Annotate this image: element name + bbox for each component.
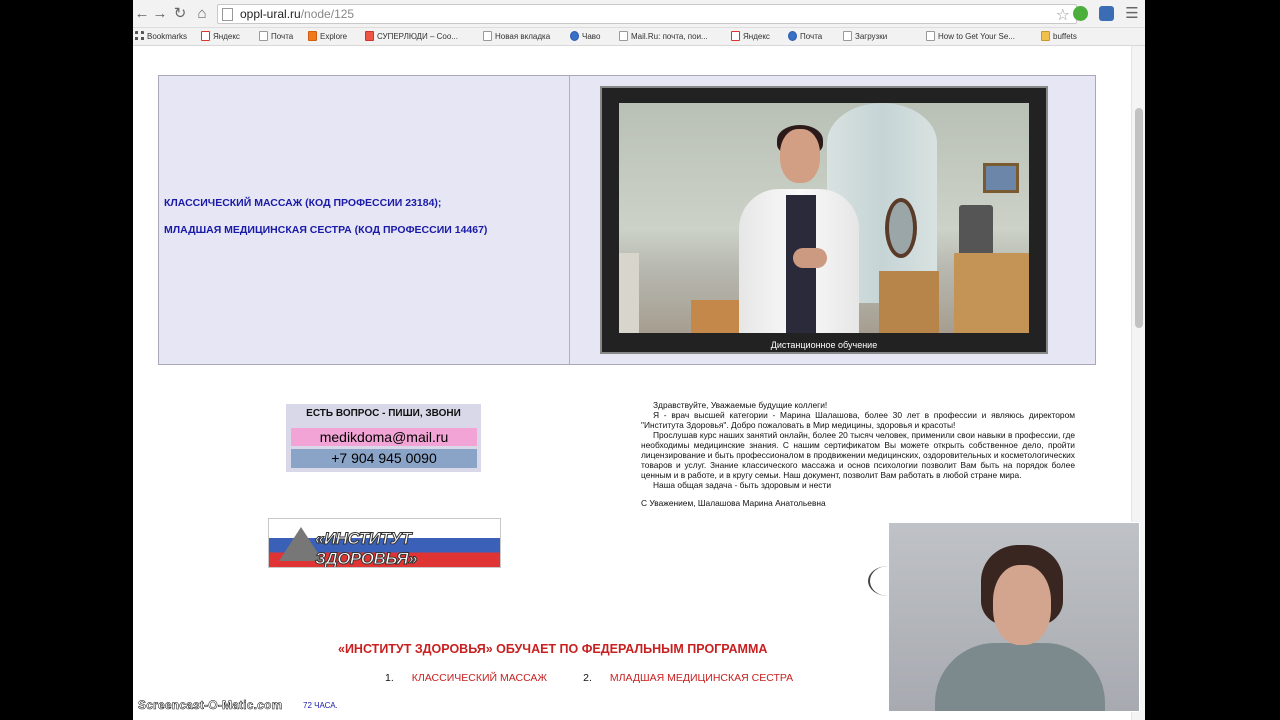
url-path: /node/125 [300,7,355,21]
webcam-overlay [888,522,1140,712]
program-1-link[interactable]: КЛАССИЧЕСКИЙ МАССАЖ [412,672,547,684]
forward-icon[interactable]: → [151,5,169,23]
yandex-icon [731,31,740,41]
video-scene-picture [983,163,1019,193]
bookmark-item[interactable]: buffets [1041,31,1077,43]
contact-email-link[interactable]: medikdoma@mail.ru [291,428,477,446]
bookmark-item[interactable]: Mail.Ru: почта, пои... [619,31,708,43]
video-scene-wall [619,253,639,333]
bookmark-label: Почта [800,32,823,41]
program-hours: 72 ЧАСА. [303,701,338,710]
bookmark-item[interactable]: Чаво [570,31,600,43]
back-icon[interactable]: ← [133,5,151,23]
video-scene-cabinet [879,271,939,333]
bookmark-label: Новая вкладка [495,32,551,41]
program-number: 1. [385,672,394,684]
bookmarks-bar: Bookmarks Яндекс Почта Explore СУПЕРЛЮДИ… [133,28,1145,46]
extension-evernote-icon[interactable] [1073,6,1088,21]
url-host: oppl-ural.ru [240,7,301,21]
mail-icon [788,31,797,41]
video-scene-cabinet [954,253,1029,333]
letter-greeting: Здравствуйте, Уважаемые будущие коллеги! [653,400,828,410]
programs-heading: «ИНСТИТУТ ЗДОРОВЬЯ» ОБУЧАЕТ ПО ФЕДЕРАЛЬН… [338,642,768,656]
extension-translate-icon[interactable] [1099,6,1114,21]
apps-icon [135,31,144,41]
page-icon [483,31,492,41]
bookmark-item[interactable]: How to Get Your Se... [926,31,1015,43]
video-scene-mirror [885,198,917,258]
programs-list: 1. КЛАССИЧЕСКИЙ МАССАЖ 2. МЛАДШАЯ МЕДИЦИНСК… [385,672,793,684]
bookmark-label: Загрузки [855,32,888,41]
download-icon [843,31,852,41]
video-frame [619,103,1029,333]
webcam-presenter-body [935,643,1105,711]
institute-logo[interactable]: «ИНСТИТУТ ЗДОРОВЬЯ» [268,518,501,568]
address-bar[interactable]: oppl-ural.ru/node/125 ☆ [217,4,1077,24]
program-2-link[interactable]: МЛАДШАЯ МЕДИЦИНСКАЯ СЕСТРА [610,672,793,684]
bookmark-label: How to Get Your Se... [938,32,1015,41]
mailru-icon [619,31,628,41]
home-icon[interactable]: ⌂ [193,5,211,23]
bookmark-label: Яндекс [743,32,770,41]
letter-paragraph: Прослушав курс наших занятий онлайн, бол… [641,430,1075,480]
faq-icon [570,31,579,41]
program-number: 2. [583,672,592,684]
bookmark-item[interactable]: Bookmarks [135,31,187,43]
bookmark-label: Чаво [582,32,601,41]
contact-block: ЕСТЬ ВОПРОС - ПИШИ, ЗВОНИ medikdoma@mail… [286,404,481,472]
course-1-link[interactable]: КЛАССИЧЕСКИЙ МАССАЖ (КОД ПРОФЕССИИ 23184… [164,197,441,209]
bookmark-item[interactable]: Яндекс [201,31,240,43]
bookmark-label: Яндекс [213,32,240,41]
webcam-presenter-face [993,565,1051,645]
url-text: oppl-ural.ru/node/125 [240,7,354,21]
video-caption: Дистанционное обучение [770,340,878,350]
video-scene-lamp [959,205,993,259]
letter-paragraph: Я - врач высшей категории - Марина Шалаш… [641,410,1075,430]
bookmark-label: Mail.Ru: почта, пои... [631,32,708,41]
reload-icon[interactable]: ↻ [171,5,189,23]
bookmark-label: Explore [320,32,348,41]
menu-icon[interactable]: ☰ [1123,5,1141,23]
browser-toolbar: ← → ↻ ⌂ oppl-ural.ru/node/125 ☆ ☰ [133,0,1145,28]
bookmark-item[interactable]: Почта [788,31,822,43]
bookmark-item[interactable]: Новая вкладка [483,31,550,43]
contact-phone[interactable]: +7 904 945 0090 [291,449,477,468]
screencast-watermark: Screencast-O-Matic.com [138,698,283,713]
welcome-letter: Здравствуйте, Уважаемые будущие коллеги!… [641,400,1075,508]
yandex-icon [201,31,210,41]
bookmark-label: Bookmarks [147,32,188,41]
google-plus-icon [365,31,374,41]
scrollbar-thumb[interactable] [1135,108,1143,328]
header-banner: КЛАССИЧЕСКИЙ МАССАЖ (КОД ПРОФЕССИИ 23184… [158,75,1096,365]
banner-divider [569,76,570,364]
bookmark-item[interactable]: Загрузки [843,31,887,43]
contact-title: ЕСТЬ ВОПРОС - ПИШИ, ЗВОНИ [306,408,461,419]
video-presenter-face [780,129,820,183]
letter-paragraph: Наша общая задача - быть здоровым и нест… [653,480,831,490]
page-icon [926,31,935,41]
bookmark-item[interactable]: Яндекс [731,31,770,43]
bookmark-item[interactable]: Почта [259,31,293,43]
video-presenter-hands [793,248,827,268]
logo-text: «ИНСТИТУТ ЗДОРОВЬЯ» [315,529,419,568]
bookmark-label: СУПЕРЛЮДИ – Coo... [377,32,458,41]
bookmark-item[interactable]: СУПЕРЛЮДИ – Coo... [365,31,458,43]
page-icon [259,31,268,41]
bookmark-label: Почта [271,32,294,41]
course-2-link[interactable]: МЛАДШАЯ МЕДИЦИНСКАЯ СЕСТРА (КОД ПРОФЕССИ… [164,224,487,236]
bookmark-label: buffets [1053,32,1077,41]
letter-signature-line: С Уважением, Шалашова Марина Анатольевна [641,498,826,508]
folder-icon [1041,31,1050,41]
page-icon [222,8,233,21]
explore-icon [308,31,317,41]
bookmark-item[interactable]: Explore [308,31,347,43]
bookmark-star-icon[interactable]: ☆ [1056,5,1070,25]
video-player[interactable]: Дистанционное обучение [600,86,1048,354]
